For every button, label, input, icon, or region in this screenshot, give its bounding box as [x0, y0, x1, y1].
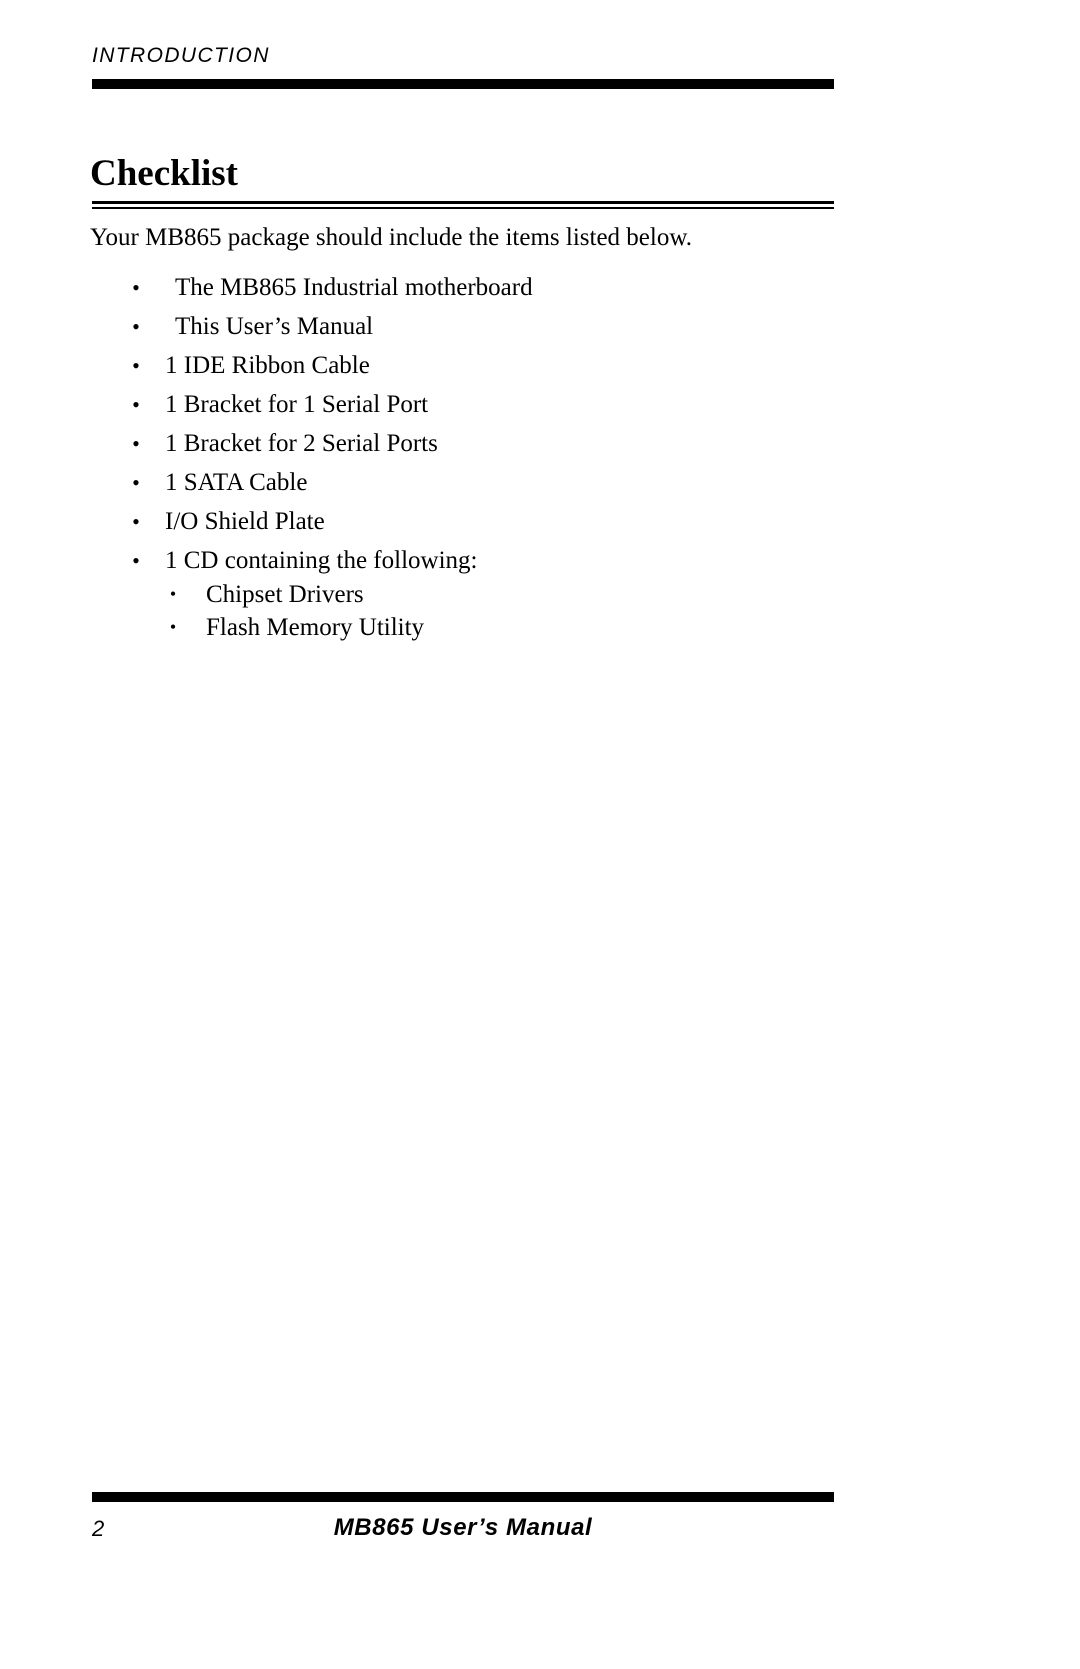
sub-list-item: • Flash Memory Utility	[90, 611, 850, 644]
document-page: INTRODUCTION Checklist Your MB865 packag…	[0, 0, 1080, 1669]
list-item: • 1 Bracket for 2 Serial Ports	[90, 424, 850, 463]
bullet-icon: •	[132, 275, 140, 300]
footer-rule	[92, 1492, 834, 1502]
list-item: • 1 Bracket for 1 Serial Port	[90, 385, 850, 424]
bullet-icon: •	[169, 584, 177, 604]
bullet-icon: •	[132, 509, 140, 534]
bullet-icon: •	[132, 353, 140, 378]
list-item: • 1 SATA Cable	[90, 463, 850, 502]
sub-list-item: • Chipset Drivers	[90, 578, 850, 611]
list-item: • 1 CD containing the following:	[90, 541, 850, 580]
list-item-label: 1 CD containing the following:	[165, 547, 478, 574]
list-item-label: This User’s Manual	[175, 313, 374, 340]
running-header: INTRODUCTION	[92, 44, 270, 67]
checklist-sublist: • Chipset Drivers • Flash Memory Utility	[90, 578, 850, 644]
bullet-icon: •	[132, 392, 140, 417]
footer-manual-title: MB865 User’s Manual	[333, 1514, 593, 1541]
intro-paragraph: Your MB865 package should include the it…	[90, 224, 693, 251]
title-rule-thin	[92, 207, 834, 209]
list-item-label: 1 Bracket for 2 Serial Ports	[165, 430, 438, 457]
header-rule	[92, 79, 834, 89]
title-rule-thick	[92, 201, 834, 204]
list-item: • This User’s Manual	[90, 307, 850, 346]
list-item-label: The MB865 Industrial motherboard	[175, 274, 533, 301]
list-item-label: 1 IDE Ribbon Cable	[165, 352, 370, 379]
bullet-icon: •	[169, 617, 177, 637]
bullet-icon: •	[132, 314, 140, 339]
list-item-label: 1 SATA Cable	[165, 469, 308, 496]
checklist-list: • The MB865 Industrial motherboard • Thi…	[90, 268, 850, 644]
sub-list-item-label: Flash Memory Utility	[206, 614, 425, 641]
list-item: • 1 IDE Ribbon Cable	[90, 346, 850, 385]
bullet-icon: •	[132, 548, 140, 573]
list-item-label: I/O Shield Plate	[165, 508, 325, 535]
list-item: • The MB865 Industrial motherboard	[90, 268, 850, 307]
page-title: Checklist	[90, 153, 238, 194]
list-item-label: 1 Bracket for 1 Serial Port	[165, 391, 429, 418]
bullet-icon: •	[132, 431, 140, 456]
list-item: • I/O Shield Plate	[90, 502, 850, 541]
sub-list-item-label: Chipset Drivers	[206, 581, 364, 608]
bullet-icon: •	[132, 470, 140, 495]
